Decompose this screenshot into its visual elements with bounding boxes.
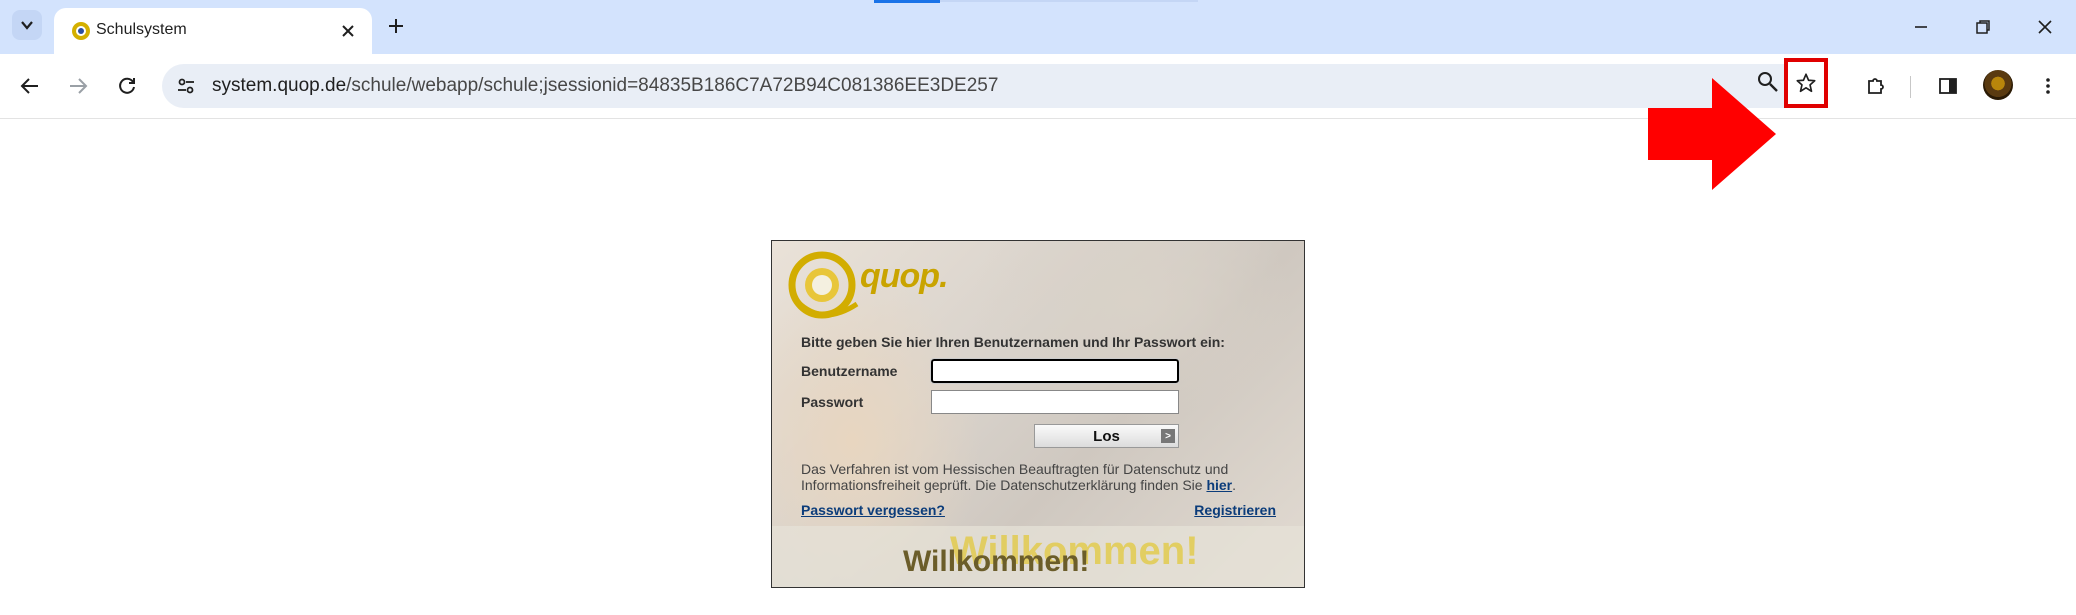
- close-icon: [342, 25, 354, 37]
- tab-strip-indicator-track: [940, 0, 1198, 2]
- forward-button[interactable]: [62, 70, 94, 102]
- close-icon: [2038, 20, 2052, 34]
- forgot-password-link[interactable]: Passwort vergessen?: [801, 502, 945, 518]
- url-text: system.quop.de/schule/webapp/schule;jses…: [212, 75, 998, 97]
- password-label: Passwort: [801, 394, 864, 410]
- toolbar-separator: [1910, 76, 1911, 98]
- site-info-button[interactable]: [172, 72, 200, 100]
- username-label: Benutzername: [801, 363, 898, 379]
- login-prompt: Bitte geben Sie hier Ihren Benutzernamen…: [801, 334, 1225, 350]
- privacy-info: Das Verfahren ist vom Hessischen Beauftr…: [801, 461, 1281, 493]
- quop-favicon-icon: [72, 22, 90, 40]
- bookmark-star-button[interactable]: [1784, 58, 1828, 108]
- logo-text: quop.: [860, 257, 949, 295]
- privacy-text: Das Verfahren ist vom Hessischen Beauftr…: [801, 461, 1229, 493]
- tab-close-button[interactable]: [336, 19, 360, 43]
- privacy-link[interactable]: hier: [1206, 477, 1232, 493]
- address-bar[interactable]: system.quop.de/schule/webapp/schule;jses…: [162, 64, 1812, 108]
- reload-button[interactable]: [111, 70, 143, 102]
- more-vert-icon: [2046, 78, 2050, 94]
- tune-icon: [178, 78, 194, 94]
- tab-strip: Schulsystem: [0, 0, 2076, 54]
- login-panel: quop. Bitte geben Sie hier Ihren Benutze…: [771, 240, 1305, 588]
- browser-tab[interactable]: Schulsystem: [54, 8, 372, 54]
- privacy-end: .: [1232, 477, 1237, 493]
- submit-label: Los: [1093, 427, 1120, 445]
- restore-icon: [1976, 20, 1990, 34]
- puzzle-icon: [1868, 78, 1884, 94]
- arrow-left-icon: [20, 78, 38, 94]
- new-tab-button[interactable]: [382, 12, 410, 40]
- restore-button[interactable]: [1968, 12, 1998, 42]
- tab-title: Schulsystem: [96, 21, 187, 38]
- extensions-button[interactable]: [1860, 70, 1892, 102]
- login-submit-button[interactable]: Los >: [1034, 424, 1179, 448]
- tab-search-button[interactable]: [12, 10, 42, 40]
- register-link[interactable]: Registrieren: [1194, 502, 1276, 518]
- side-panel-button[interactable]: [1932, 70, 1964, 102]
- minimize-button[interactable]: [1906, 12, 1936, 42]
- plus-icon: [389, 19, 403, 33]
- annotation-arrow: [1648, 78, 1776, 190]
- password-input[interactable]: [931, 390, 1179, 414]
- tab-strip-indicator: [874, 0, 940, 3]
- profile-avatar[interactable]: [1983, 70, 2013, 100]
- browser-toolbar: system.quop.de/schule/webapp/schule;jses…: [0, 54, 2076, 190]
- back-button[interactable]: [14, 70, 46, 102]
- url-host: system.quop.de: [212, 75, 347, 96]
- window-close-button[interactable]: [2030, 12, 2060, 42]
- arrow-right-icon: [70, 78, 88, 94]
- url-path: /schule/webapp/schule;jsessionid=84835B1…: [346, 75, 999, 96]
- chevron-down-icon: [21, 21, 33, 30]
- menu-button[interactable]: [2032, 70, 2064, 102]
- submit-arrow-icon: >: [1161, 429, 1175, 443]
- minimize-icon: [1915, 26, 1927, 28]
- username-input[interactable]: [930, 358, 1180, 384]
- star-icon: [1796, 73, 1816, 93]
- side-panel-icon: [1939, 78, 1957, 94]
- reload-icon: [119, 77, 135, 94]
- welcome-heading: Willkommen!: [903, 545, 1090, 578]
